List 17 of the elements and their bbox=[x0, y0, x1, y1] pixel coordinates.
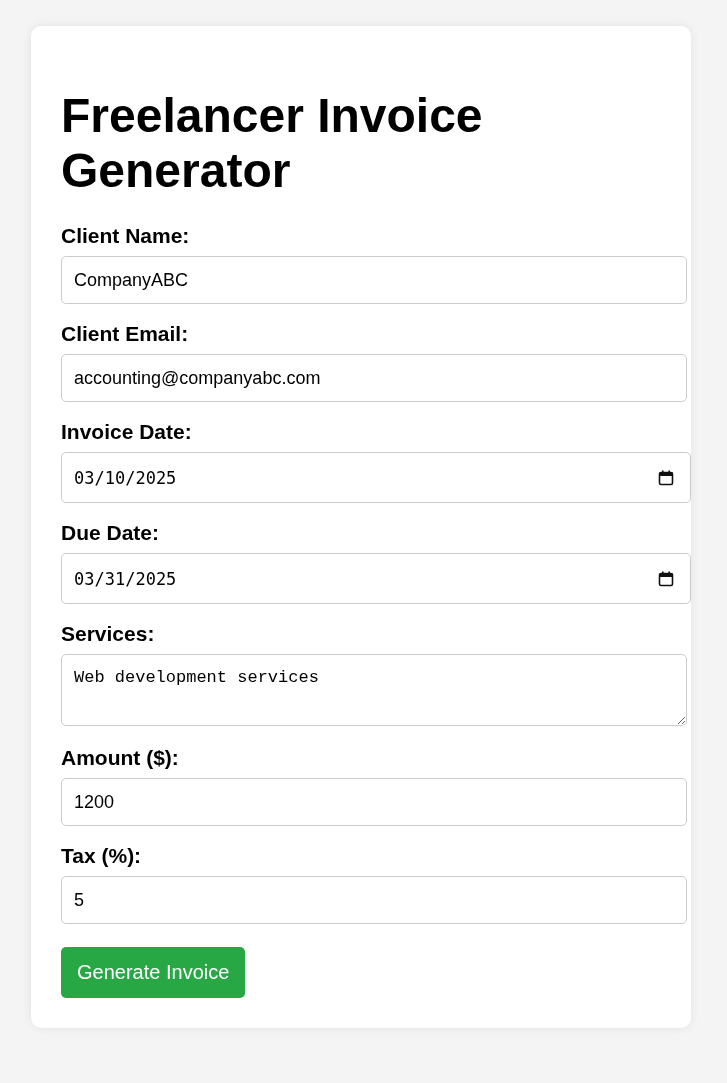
field-label: Invoice Date: bbox=[61, 420, 193, 444]
field-label: Due Date: bbox=[61, 521, 161, 545]
field-label: Client Email: bbox=[61, 322, 190, 346]
input-field[interactable]: accounting@companyabc.com bbox=[61, 354, 687, 402]
input-field[interactable]: CompanyABC bbox=[61, 256, 687, 304]
calendar-icon[interactable] bbox=[658, 470, 674, 486]
field-label: Amount ($): bbox=[61, 746, 180, 770]
date-field[interactable]: 03/31/2025 bbox=[61, 553, 691, 604]
input-field[interactable]: 5 bbox=[61, 876, 687, 924]
text-area[interactable]: Web development services bbox=[61, 654, 687, 726]
input-field[interactable]: 1200 bbox=[61, 778, 687, 826]
field-label: Client Name: bbox=[61, 224, 191, 248]
field-label: Services: bbox=[61, 622, 156, 646]
calendar-icon[interactable] bbox=[658, 571, 674, 587]
field-label: Tax (%): bbox=[61, 844, 143, 868]
date-field[interactable]: 03/10/2025 bbox=[61, 452, 691, 503]
page-title: Freelancer Invoice Generator bbox=[61, 88, 484, 198]
